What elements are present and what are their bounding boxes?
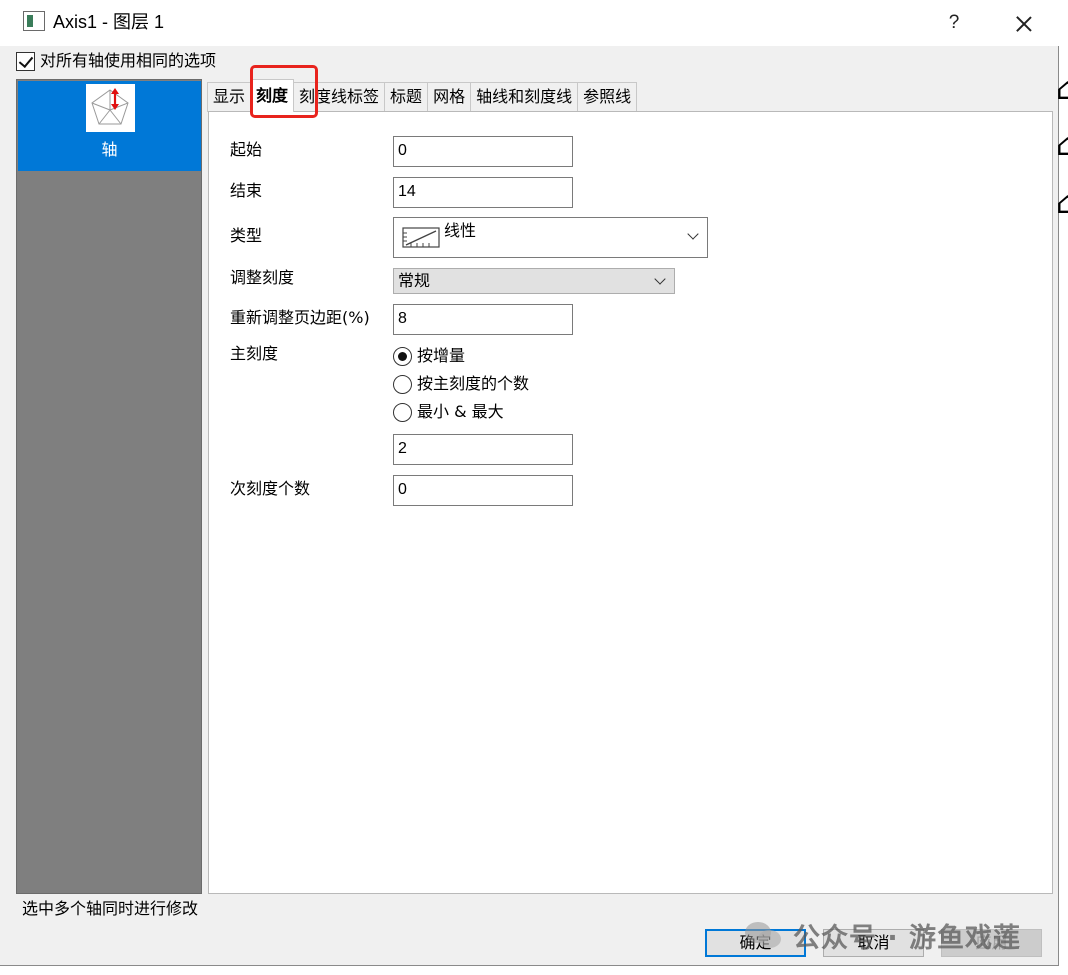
status-text: 选中多个轴同时进行修改 [22, 899, 199, 918]
same-options-label: 对所有轴使用相同的选项 [40, 51, 217, 70]
from-label: 起始 [230, 140, 263, 159]
radio-selected-icon[interactable] [393, 346, 412, 366]
apply-button[interactable]: 应用 [941, 929, 1042, 957]
tab-title[interactable]: 标题 [384, 82, 429, 112]
axis-dialog: Axis1 - 图层 1 ? 对所有轴使用相同的选项 轴 显示 刻度 刻度线标签… [0, 0, 1059, 966]
category-item-axis[interactable]: 轴 [18, 81, 201, 171]
minor-count-input[interactable]: 0 [393, 475, 573, 506]
chevron-down-icon [654, 273, 666, 285]
tab-grids[interactable]: 网格 [427, 82, 472, 112]
rescale-dropdown[interactable]: 常规 [393, 268, 675, 294]
tab-display[interactable]: 显示 [207, 82, 252, 112]
background-glyph: ⌂ [1056, 128, 1068, 163]
major-option-by-count[interactable]: 按主刻度的个数 [393, 373, 529, 395]
tab-line-and-ticks[interactable]: 轴线和刻度线 [470, 82, 579, 112]
background-glyph: ⌂ [1056, 72, 1068, 107]
linear-scale-icon [402, 227, 440, 248]
rescale-label: 调整刻度 [230, 268, 295, 287]
to-input[interactable]: 14 [393, 177, 573, 208]
background-glyph: ⌂ [1056, 186, 1068, 221]
radar-axis-icon [86, 84, 135, 132]
rescale-margin-label: 重新调整页边距(%) [230, 308, 370, 327]
cancel-button[interactable]: 取消 [823, 929, 924, 957]
major-option-label: 按主刻度的个数 [417, 374, 530, 393]
same-options-checkbox[interactable]: 对所有轴使用相同的选项 [16, 50, 216, 72]
major-option-label: 按增量 [417, 346, 466, 365]
checkbox-checked-icon[interactable] [16, 51, 35, 71]
major-ticks-label: 主刻度 [230, 344, 279, 363]
rescale-selected-value: 常规 [398, 271, 431, 290]
app-window-icon [23, 11, 45, 31]
tab-reference-lines[interactable]: 参照线 [577, 82, 638, 112]
ok-button[interactable]: 确定 [705, 929, 806, 957]
annotation-highlight-box [250, 65, 318, 118]
chevron-down-icon [687, 228, 699, 240]
type-dropdown[interactable]: 线性 [393, 217, 708, 258]
type-selected-value: 线性 [444, 221, 477, 240]
radio-unselected-icon[interactable] [393, 402, 412, 422]
category-item-label: 轴 [101, 140, 118, 159]
title-bar: Axis1 - 图层 1 ? [0, 0, 1059, 46]
window-title: Axis1 - 图层 1 [53, 12, 165, 32]
rescale-margin-input[interactable]: 8 [393, 304, 573, 335]
radio-unselected-icon[interactable] [393, 374, 412, 394]
major-value-input[interactable]: 2 [393, 434, 573, 465]
major-option-label: 最小 & 最大 [417, 402, 504, 421]
minor-count-label: 次刻度个数 [230, 479, 311, 498]
help-button[interactable]: ? [936, 6, 972, 40]
close-button[interactable] [1004, 6, 1044, 40]
category-panel: 轴 [16, 79, 202, 894]
type-label: 类型 [230, 226, 263, 245]
from-input[interactable]: 0 [393, 136, 573, 167]
to-label: 结束 [230, 181, 263, 200]
major-option-by-increment[interactable]: 按增量 [393, 345, 465, 367]
major-option-min-max[interactable]: 最小 & 最大 [393, 401, 504, 423]
